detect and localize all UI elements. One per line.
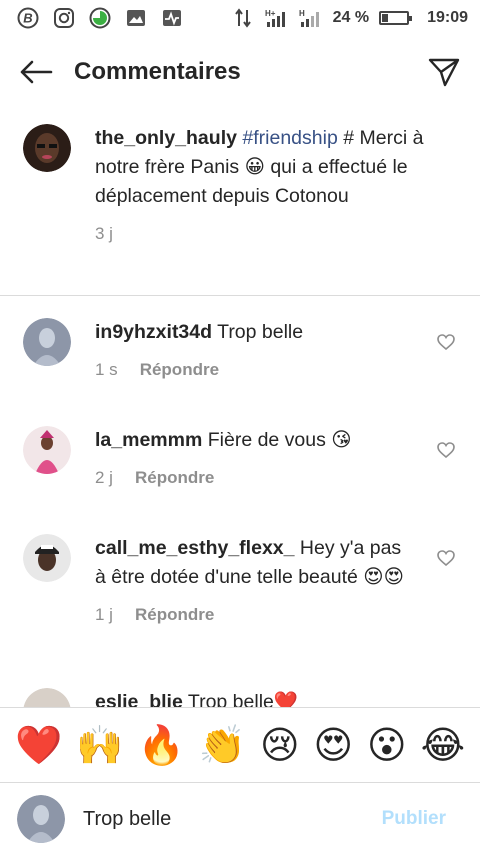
clock: 19:09 <box>427 9 468 26</box>
data-arrows-icon <box>231 6 255 30</box>
comment-input[interactable] <box>83 807 363 831</box>
comment-username[interactable]: la_memmm <box>95 429 202 451</box>
activity-icon <box>160 6 184 30</box>
hashtag-link[interactable]: #friendship <box>242 127 337 149</box>
caption-time: 3 j <box>95 224 113 243</box>
reply-button[interactable]: Répondre <box>135 463 214 492</box>
avatar[interactable] <box>23 534 71 582</box>
avatar[interactable] <box>23 124 71 172</box>
comment-text: Fière de vous 😘 <box>207 429 352 451</box>
paper-plane-icon <box>428 58 460 87</box>
emoji-heart-button[interactable]: ❤️ <box>15 726 62 764</box>
heart-outline-icon <box>437 442 455 458</box>
back-button[interactable] <box>16 52 56 92</box>
comment-time: 1 s <box>95 360 118 379</box>
post-caption: the_only_hauly #friendship # Merci à not… <box>0 124 480 248</box>
gallery-icon <box>124 6 148 30</box>
avatar <box>17 795 65 843</box>
b-app-icon: B <box>16 6 40 30</box>
battery-percent: 24 % <box>332 9 370 26</box>
share-button[interactable] <box>424 52 464 92</box>
reply-button[interactable]: Répondre <box>140 355 219 384</box>
instagram-icon <box>52 6 76 30</box>
like-comment-button[interactable] <box>436 332 456 352</box>
svg-text:B: B <box>23 11 32 26</box>
avatar[interactable] <box>23 426 71 474</box>
like-comment-button[interactable] <box>436 548 456 568</box>
divider <box>0 295 480 296</box>
emoji-laughing-button[interactable]: 😂 <box>421 726 465 764</box>
battery-level <box>382 14 389 22</box>
emoji-clap-button[interactable]: 👏 <box>199 726 246 764</box>
emoji-surprised-button[interactable]: 😮 <box>367 726 407 764</box>
svg-text:H+: H+ <box>265 9 276 18</box>
status-bar: B H+ H 24 % 19:09 <box>0 0 480 36</box>
comments-header: Commentaires <box>0 44 480 100</box>
battery-icon <box>379 11 413 25</box>
avatar[interactable] <box>23 318 71 366</box>
like-comment-button[interactable] <box>436 440 456 460</box>
heart-outline-icon <box>437 550 455 566</box>
comment-composer: Publier <box>0 784 480 854</box>
comment-time: 1 j <box>95 605 113 624</box>
heart-outline-icon <box>437 334 455 350</box>
comment-item: call_me_esthy_flexx_ Hey y'a pas à être … <box>0 534 480 629</box>
comment-item: in9yhzxit34d Trop belle 1 s Répondre <box>0 318 480 384</box>
comment-item: la_memmm Fière de vous 😘 2 j Répondre <box>0 426 480 492</box>
page-title: Commentaires <box>74 58 241 85</box>
caption-username[interactable]: the_only_hauly <box>95 127 237 149</box>
signal-h-plus-icon: H+ <box>265 6 289 30</box>
comment-username[interactable]: call_me_esthy_flexx_ <box>95 537 294 559</box>
signal-h-icon: H <box>299 6 323 30</box>
comment-username[interactable]: in9yhzxit34d <box>95 321 212 343</box>
data-saver-icon <box>88 6 112 30</box>
emoji-bar: ❤️ 🙌 🔥 👏 😢 😍 😮 😂 <box>0 707 480 783</box>
caption-hash: # <box>343 127 355 149</box>
emoji-crying-button[interactable]: 😢 <box>260 726 300 764</box>
svg-text:H: H <box>299 9 305 18</box>
emoji-heart-eyes-button[interactable]: 😍 <box>314 726 354 764</box>
emoji-raised-hands-button[interactable]: 🙌 <box>76 726 123 764</box>
publish-button[interactable]: Publier <box>382 808 446 830</box>
arrow-left-icon <box>20 60 53 84</box>
reply-button[interactable]: Répondre <box>135 600 214 629</box>
comment-time: 2 j <box>95 468 113 487</box>
comment-text: Trop belle <box>217 321 304 343</box>
emoji-fire-button[interactable]: 🔥 <box>137 726 184 764</box>
